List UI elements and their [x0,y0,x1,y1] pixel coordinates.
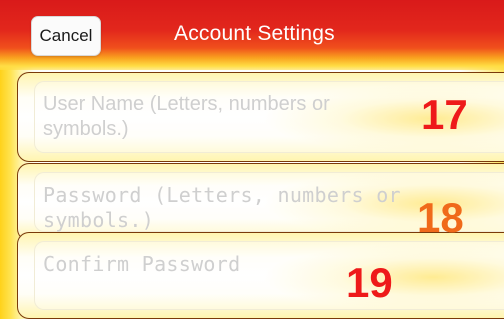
annotation-number-17: 17 [421,91,468,138]
confirm-password-row: Confirm Password [17,232,504,319]
cancel-button[interactable]: Cancel [31,16,101,56]
header-bar: Cancel Account Settings [0,0,504,70]
annotation-number-19: 19 [346,259,393,306]
password-placeholder: Password (Letters, numbers or symbols.) [43,183,401,232]
username-placeholder: User Name (Letters, numbers or symbols.) [43,93,330,140]
account-settings-screen: Cancel Account Settings User Name (Lette… [0,0,504,319]
confirm-password-input[interactable]: Confirm Password [34,241,504,310]
page-title: Account Settings [174,22,335,45]
annotation-number-18: 18 [417,194,464,241]
